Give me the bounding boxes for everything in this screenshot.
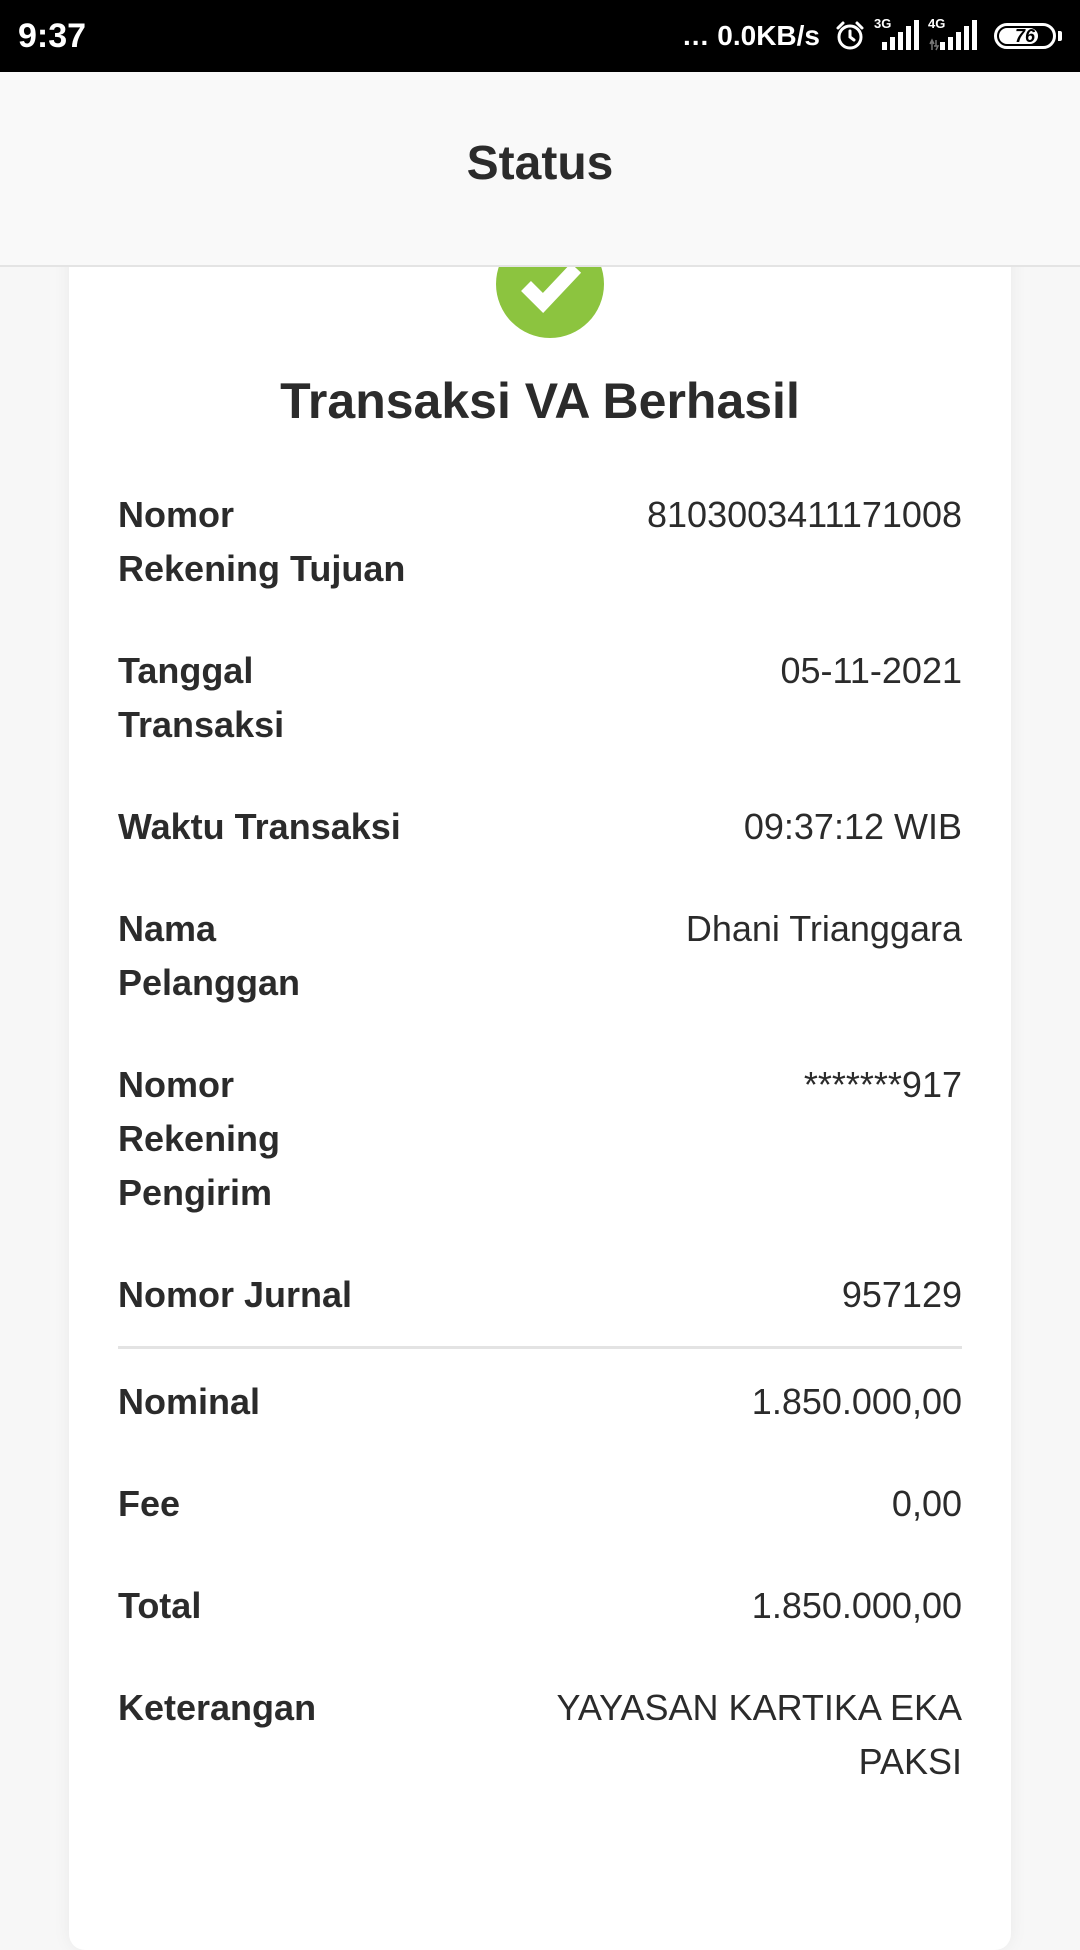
detail-value: 1.850.000,00 [751, 1381, 962, 1422]
network-speed: 0.0KB/s [717, 20, 820, 51]
detail-rows: Nomor Rekening Tujuan 8103003411171008 Tang… [118, 488, 962, 1322]
sim1-network-type: 3G [874, 16, 892, 31]
detail-label: Tanggal Transaksi [118, 650, 285, 745]
detail-row: Nomor Rekening Pengirim *******917 [118, 1058, 962, 1220]
detail-label: Nomor Rekening Pengirim [118, 1064, 281, 1213]
signal-4g-icon: 4G [928, 16, 978, 52]
detail-row: Nomor Jurnal 957129 [118, 1268, 962, 1322]
detail-row: Nama Pelanggan Dhani Trianggara [118, 902, 962, 1010]
detail-row: Nomor Rekening Tujuan 8103003411171008 [118, 488, 962, 596]
detail-value: 957129 [841, 1274, 962, 1315]
detail-value: 0,00 [891, 1483, 962, 1524]
status-time: 9:37 [18, 16, 87, 55]
status-bar: 9:37 ... 0.0KB/s 3G 4G 76 [0, 0, 1080, 72]
detail-row: Waktu Transaksi 09:37:12 WIB [118, 800, 962, 854]
battery-tip [1058, 31, 1062, 41]
detail-value: *******917 [803, 1064, 962, 1105]
more-indicators-icon: ... [682, 20, 710, 51]
detail-row: Fee 0,00 [118, 1477, 962, 1531]
transaction-status-title: Transaksi VA Berhasil [280, 373, 800, 429]
detail-row: Total 1.850.000,00 [118, 1579, 962, 1633]
detail-value: 1.850.000,00 [751, 1585, 962, 1626]
transaction-details: Nomor Rekening Tujuan 8103003411171008 Tang… [118, 488, 962, 1789]
sim2-network-type: 4G [928, 16, 946, 31]
detail-label: Keterangan [118, 1687, 317, 1728]
app-bar: Status [0, 72, 1080, 267]
detail-value: 05-11-2021 [780, 650, 962, 691]
detail-label: Nomor Rekening Tujuan [118, 494, 406, 589]
alarm-icon [834, 20, 866, 52]
signal-3g-icon: 3G [874, 16, 920, 52]
detail-value: YAYASAN KARTIKA EKA PAKSI [556, 1687, 963, 1782]
detail-value: Dhani Trianggara [685, 908, 962, 949]
detail-label: Nominal [118, 1381, 261, 1422]
detail-label: Waktu Transaksi [118, 806, 401, 847]
battery-percent: 76 [1014, 25, 1036, 46]
detail-label: Total [118, 1585, 202, 1626]
detail-label: Fee [118, 1483, 181, 1524]
detail-value: 8103003411171008 [647, 494, 962, 535]
detail-label: Nomor Jurnal [118, 1274, 353, 1315]
divider [118, 1346, 962, 1349]
status-indicators: ... 0.0KB/s 3G 4G 76 [682, 16, 1062, 52]
detail-row: Tanggal Transaksi 05-11-2021 [118, 644, 962, 752]
detail-label: Nama Pelanggan [118, 908, 301, 1003]
detail-row: Keterangan YAYASAN KARTIKA EKA PAKSI [118, 1681, 962, 1789]
amount-rows: Nominal 1.850.000,00 Fee 0,00 Total 1.850.000… [118, 1375, 962, 1789]
battery-icon: 76 [994, 23, 1056, 49]
detail-value: 09:37:12 WIB [743, 806, 962, 847]
detail-row: Nominal 1.850.000,00 [118, 1375, 962, 1429]
page-title: Status [466, 137, 614, 190]
